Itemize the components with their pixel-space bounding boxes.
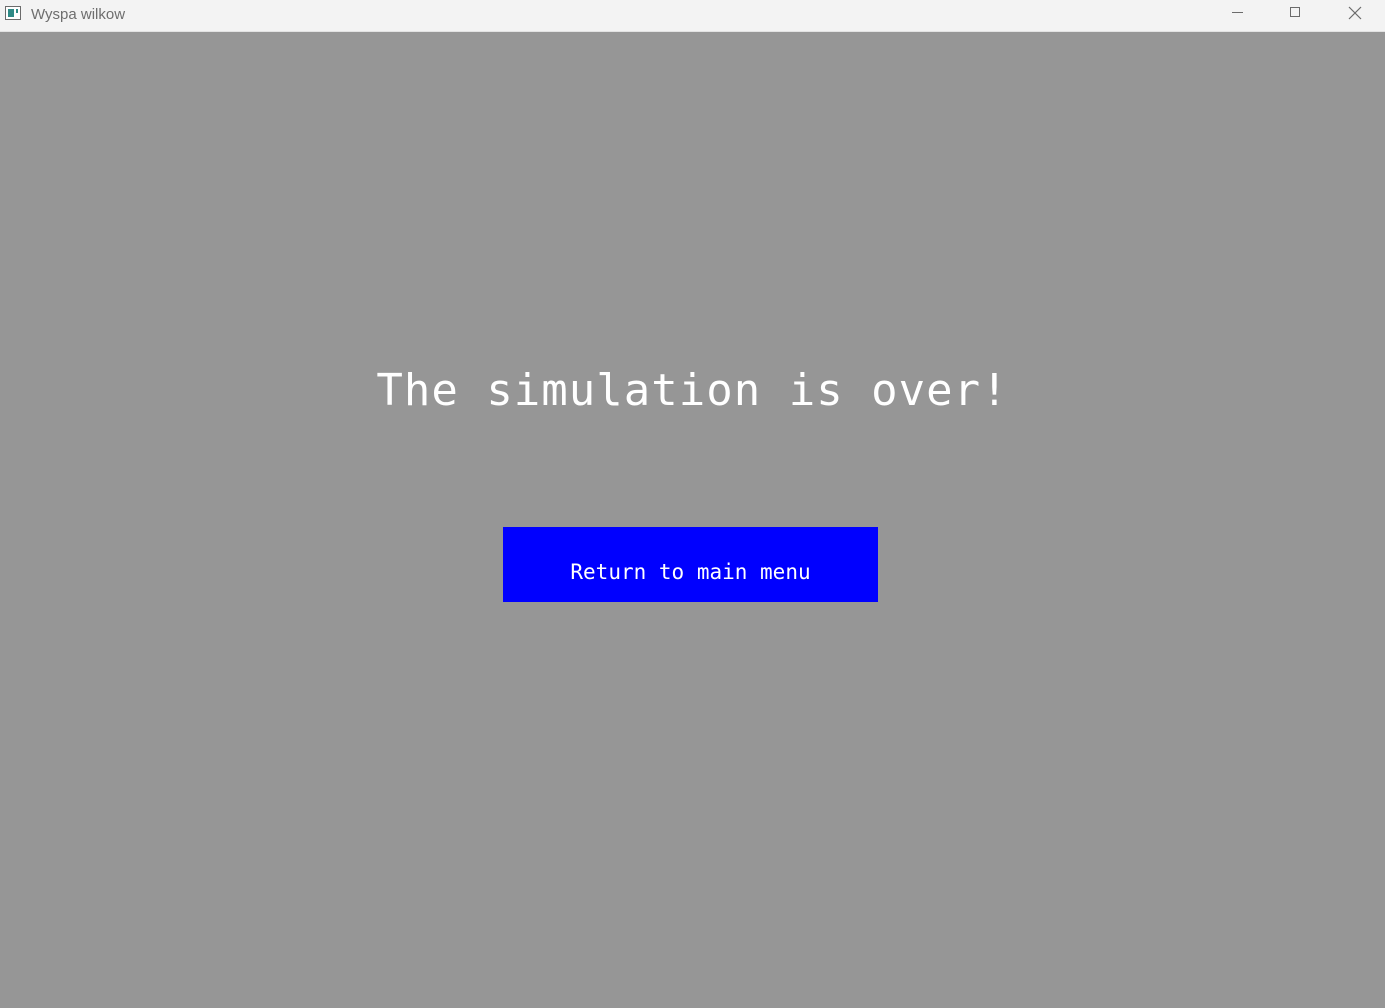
maximize-button[interactable] [1267, 0, 1325, 31]
app-window: Wyspa wilkow The simulation is over! Ret… [0, 0, 1385, 1008]
close-button[interactable] [1326, 0, 1384, 31]
simulation-over-heading: The simulation is over! [376, 365, 1009, 416]
close-icon [1348, 6, 1362, 20]
window-title: Wyspa wilkow [31, 6, 126, 23]
minimize-icon [1232, 12, 1243, 13]
maximize-icon [1290, 7, 1300, 17]
game-over-screen: The simulation is over! Return to main m… [0, 32, 1385, 1008]
return-to-main-menu-button[interactable]: Return to main menu [503, 527, 878, 602]
title-bar[interactable]: Wyspa wilkow [0, 0, 1385, 32]
app-window-icon [5, 6, 21, 20]
minimize-button[interactable] [1209, 0, 1267, 31]
